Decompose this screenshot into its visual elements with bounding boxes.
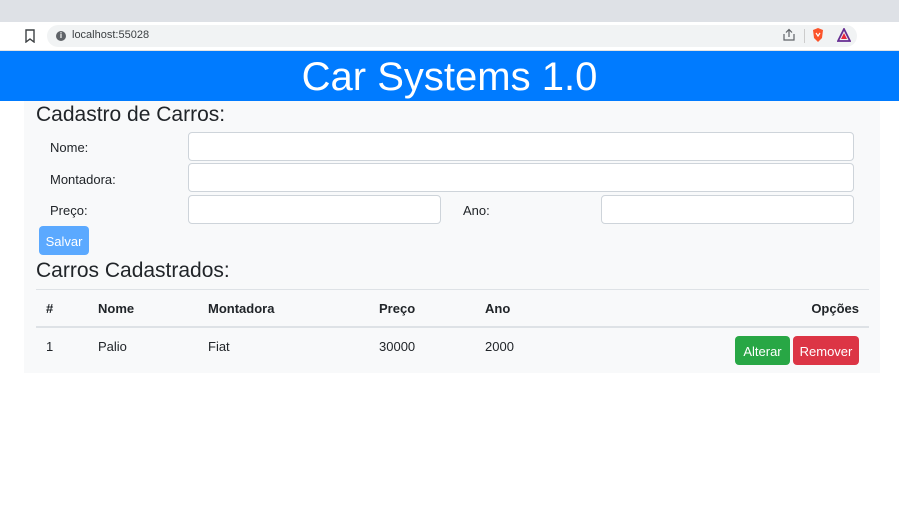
row-ano: 2000 [485,339,514,354]
table-header-border [36,326,869,328]
column-header-preco: Preço [379,301,416,316]
row-nome: Palio [98,339,127,354]
app-title: Car Systems 1.0 [301,55,598,99]
column-header-montadora: Montadora [208,301,275,316]
save-button[interactable]: Salvar [39,226,89,255]
app-header: Car Systems 1.0 [0,51,899,101]
browser-toolbar: i localhost:55028 [0,22,899,51]
row-preco: 30000 [379,339,416,354]
edit-button[interactable]: Alterar [735,336,790,365]
brave-rewards-icon[interactable] [837,28,851,42]
toolbar-divider [804,29,805,43]
montadora-input[interactable] [188,163,854,192]
row-montadora: Fiat [208,339,230,354]
nome-input[interactable] [188,132,854,161]
montadora-label: Montadora: [50,172,116,187]
bookmark-icon[interactable] [24,29,36,43]
table-top-border [36,289,869,290]
ano-input[interactable] [601,195,854,224]
preco-input[interactable] [188,195,441,224]
column-header-ano: Ano [485,301,511,316]
column-header-opcoes: Opções [811,301,859,316]
browser-tab-strip [0,0,899,22]
address-bar[interactable]: i localhost:55028 [47,25,857,47]
url-text[interactable]: localhost:55028 [72,29,149,41]
ano-label: Ano: [463,203,490,218]
nome-label: Nome: [50,140,89,155]
column-header-id: # [46,301,54,316]
remove-button[interactable]: Remover [793,336,859,365]
form-heading: Cadastro de Carros: [36,103,226,126]
info-icon[interactable]: i [56,31,66,41]
main-panel: Cadastro de Carros: Nome: Montadora: Pre… [24,101,880,373]
share-icon[interactable] [782,28,796,42]
column-header-nome: Nome [98,301,135,316]
brave-shield-icon[interactable] [811,27,825,43]
row-id: 1 [46,339,54,354]
preco-label: Preço: [50,203,88,218]
list-heading: Carros Cadastrados: [36,259,230,282]
